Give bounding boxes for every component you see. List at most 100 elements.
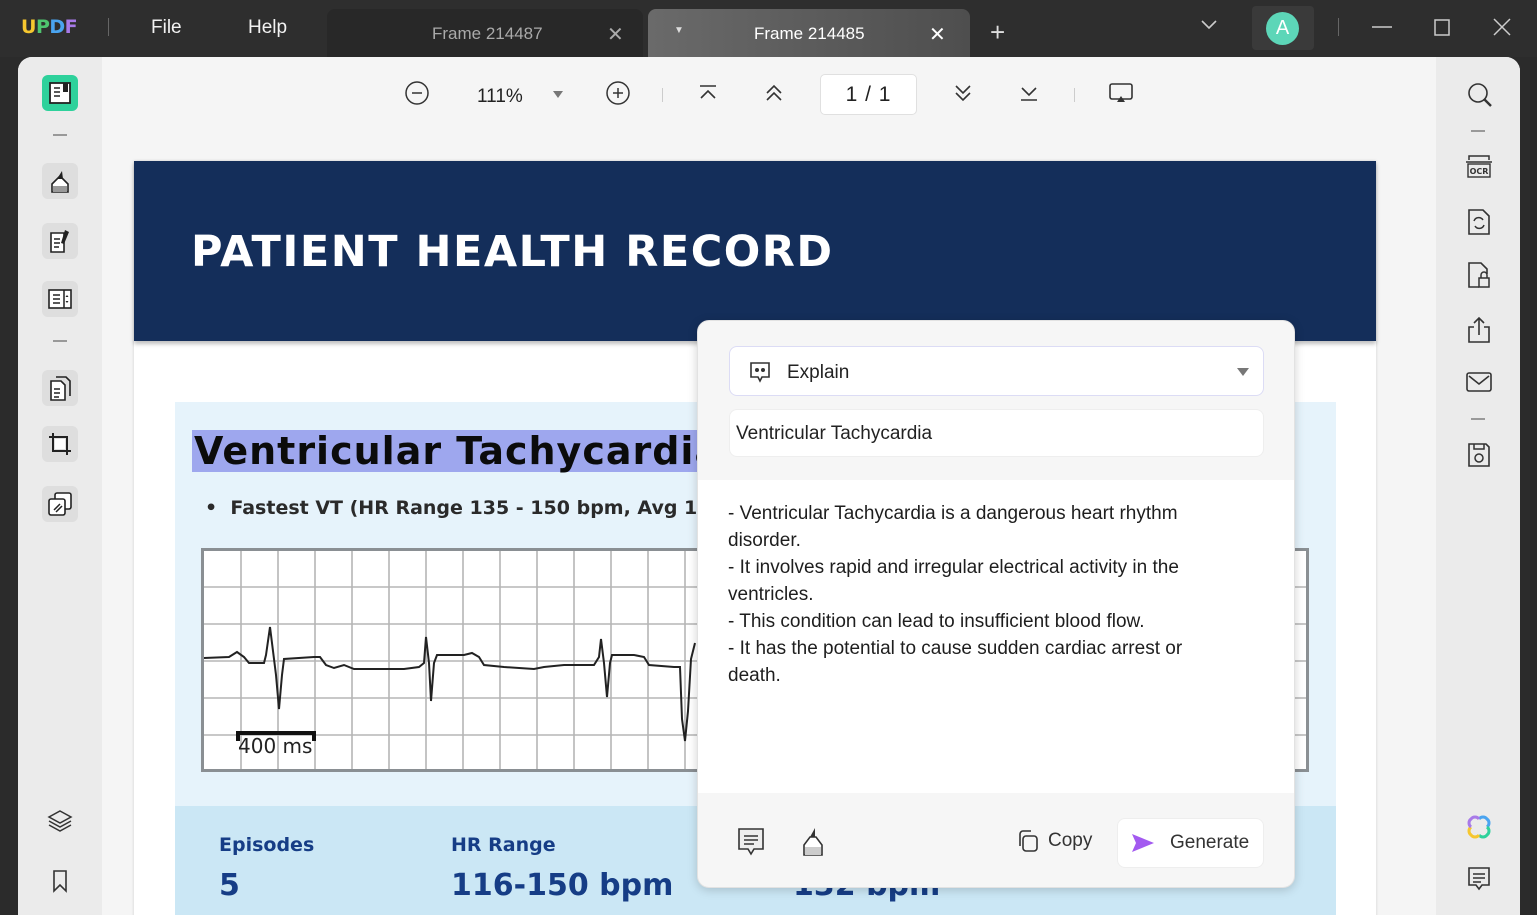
close-tab-icon[interactable]: ✕ bbox=[929, 22, 946, 47]
highlight-icon[interactable] bbox=[800, 825, 826, 857]
maximize-icon[interactable] bbox=[1432, 16, 1452, 38]
ai-mode-label: Explain bbox=[787, 362, 850, 383]
tab-frame-214485[interactable]: ▼ Frame 214485 ✕ bbox=[648, 9, 970, 57]
result-line: - Ventricular Tachycardia is a dangerous… bbox=[728, 503, 1178, 551]
convert-file-icon[interactable] bbox=[1466, 207, 1492, 237]
book-icon bbox=[49, 82, 71, 104]
slideshow-icon[interactable] bbox=[1107, 80, 1135, 106]
close-tab-icon[interactable]: ✕ bbox=[607, 22, 624, 47]
page-display-button[interactable] bbox=[42, 281, 78, 317]
result-line: - It involves rapid and irregular electr… bbox=[728, 557, 1179, 605]
new-tab-button[interactable]: + bbox=[990, 19, 1005, 45]
send-icon bbox=[1132, 834, 1154, 852]
updf-logo: UPDF bbox=[21, 16, 78, 38]
tab-label: Frame 214485 bbox=[754, 24, 865, 43]
divider bbox=[53, 134, 67, 136]
divider bbox=[1338, 18, 1339, 36]
bullet-text: Fastest VT (HR Range 135 - 150 bpm, Avg … bbox=[230, 497, 758, 519]
reader-mode-button[interactable] bbox=[42, 75, 78, 111]
dropdown-caret-icon bbox=[1237, 368, 1249, 376]
chevron-down-icon[interactable] bbox=[1200, 18, 1218, 32]
bookmark-button[interactable] bbox=[42, 863, 78, 899]
generate-label: Generate bbox=[1170, 832, 1250, 853]
stat-value-hr-range: 116-150 bpm bbox=[451, 868, 674, 903]
divider bbox=[53, 340, 67, 342]
stat-label-hr-range: HR Range bbox=[451, 834, 556, 856]
copy-button[interactable]: Copy bbox=[1016, 829, 1092, 853]
protect-file-icon[interactable] bbox=[1466, 260, 1492, 290]
ai-assistant-popup: Explain Ventricular Tachycardia - Ventri… bbox=[697, 320, 1295, 888]
overlay-icon bbox=[48, 492, 72, 516]
popup-footer: Copy Generate bbox=[698, 793, 1294, 887]
document-title: PATIENT HEALTH RECORD bbox=[191, 227, 834, 277]
layers-icon bbox=[47, 810, 73, 832]
menu-file[interactable]: File bbox=[151, 17, 182, 39]
divider bbox=[1074, 88, 1075, 102]
highlighter-icon bbox=[51, 171, 69, 193]
comment-tool-button[interactable] bbox=[42, 163, 78, 199]
result-line: - It has the potential to cause sudden c… bbox=[728, 638, 1183, 686]
edit-document-icon bbox=[50, 230, 69, 253]
bookmark-icon bbox=[53, 870, 67, 893]
ai-result-text: - Ventricular Tachycardia is a dangerous… bbox=[698, 480, 1294, 793]
organize-pages-button[interactable] bbox=[42, 370, 78, 406]
copy-icon bbox=[1019, 830, 1038, 852]
left-toolbar bbox=[18, 57, 102, 915]
ai-query-input[interactable]: Ventricular Tachycardia bbox=[729, 409, 1264, 457]
close-window-icon[interactable] bbox=[1492, 16, 1512, 38]
tab-menu-caret-icon[interactable]: ▼ bbox=[674, 25, 684, 36]
logo-letter: D bbox=[49, 16, 65, 38]
last-page-icon[interactable] bbox=[1017, 80, 1041, 106]
result-line: - This condition can lead to insufficien… bbox=[728, 611, 1145, 632]
divider bbox=[1471, 418, 1485, 420]
bullet-item: • Fastest VT (HR Range 135 - 150 bpm, Av… bbox=[205, 497, 758, 519]
right-toolbar: OCR bbox=[1436, 57, 1520, 915]
logo-letter: U bbox=[21, 16, 36, 38]
generate-button[interactable]: Generate bbox=[1117, 818, 1264, 868]
ai-mode-select[interactable]: Explain bbox=[729, 346, 1264, 396]
previous-page-icon[interactable] bbox=[762, 80, 786, 106]
title-bar: UPDF File Help Frame 214487 ✕ ▼ Frame 21… bbox=[0, 0, 1537, 57]
zoom-dropdown-icon[interactable] bbox=[553, 91, 563, 98]
save-icon[interactable] bbox=[1466, 441, 1492, 469]
ecg-scale-label: 400 ms bbox=[238, 734, 313, 758]
pages-icon bbox=[50, 376, 71, 401]
stat-label-episodes: Episodes bbox=[219, 834, 315, 856]
updf-ai-icon[interactable] bbox=[1464, 812, 1494, 842]
document-header: PATIENT HEALTH RECORD bbox=[134, 161, 1376, 341]
menu-help[interactable]: Help bbox=[248, 17, 287, 39]
email-icon[interactable] bbox=[1464, 369, 1494, 395]
zoom-in-icon[interactable] bbox=[605, 80, 631, 106]
logo-letter: F bbox=[64, 16, 78, 38]
edit-pdf-button[interactable] bbox=[42, 223, 78, 259]
zoom-out-icon[interactable] bbox=[404, 80, 430, 106]
layers-button[interactable] bbox=[42, 803, 78, 839]
stat-value-episodes: 5 bbox=[219, 868, 240, 903]
divider bbox=[108, 18, 109, 36]
first-page-icon[interactable] bbox=[696, 80, 720, 106]
logo-letter: P bbox=[35, 16, 50, 38]
add-comment-icon[interactable] bbox=[736, 826, 766, 858]
avatar: A bbox=[1266, 12, 1299, 45]
copy-label: Copy bbox=[1048, 830, 1093, 851]
crop-button[interactable] bbox=[42, 426, 78, 462]
crop-icon bbox=[49, 433, 71, 455]
zoom-level[interactable]: 111% bbox=[477, 86, 523, 108]
page-layout-icon bbox=[48, 289, 72, 309]
svg-text:OCR: OCR bbox=[1470, 167, 1489, 176]
section-title-highlighted[interactable]: Ventricular Tachycardia bbox=[192, 430, 724, 472]
tab-label: Frame 214487 bbox=[432, 24, 543, 43]
next-page-icon[interactable] bbox=[951, 80, 975, 106]
page-number-input[interactable]: 1 / 1 bbox=[820, 74, 917, 115]
account-button[interactable]: A bbox=[1252, 6, 1314, 50]
search-icon[interactable] bbox=[1466, 81, 1494, 109]
divider bbox=[1471, 130, 1485, 132]
divider bbox=[662, 88, 663, 102]
ocr-icon[interactable]: OCR bbox=[1464, 152, 1494, 182]
explain-icon bbox=[750, 362, 770, 383]
comments-panel-icon[interactable] bbox=[1466, 865, 1492, 893]
share-icon[interactable] bbox=[1466, 315, 1492, 345]
minimize-icon[interactable] bbox=[1370, 16, 1394, 40]
convert-button[interactable] bbox=[42, 486, 78, 522]
tab-frame-214487[interactable]: Frame 214487 ✕ bbox=[327, 9, 643, 57]
